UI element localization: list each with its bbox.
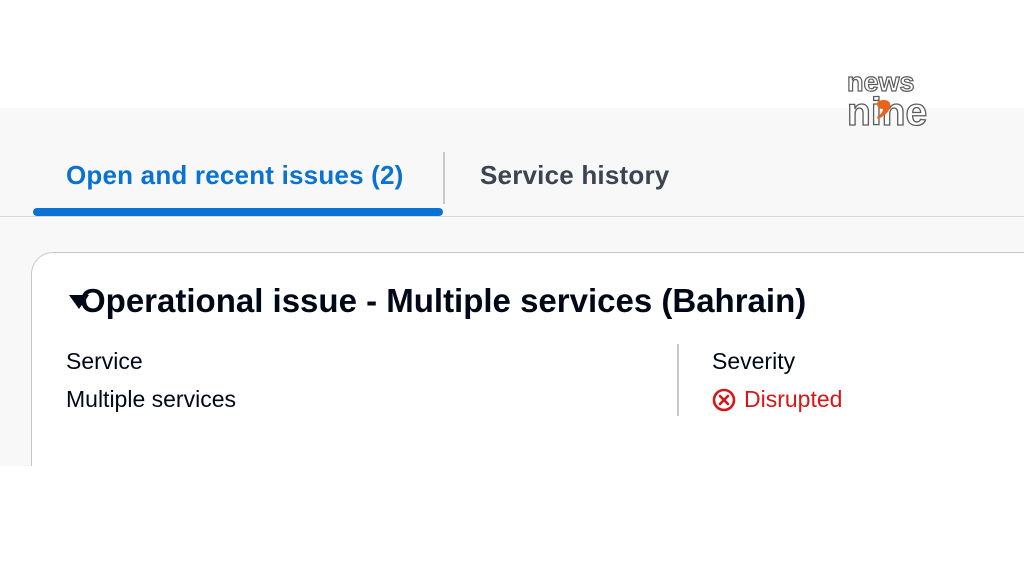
tab-open-and-recent-issues[interactable]: Open and recent issues (2): [66, 160, 404, 191]
tab-service-history[interactable]: Service history: [480, 160, 669, 191]
issue-title[interactable]: Operational issue - Multiple services (B…: [80, 282, 806, 320]
service-label: Service: [66, 348, 143, 374]
news-nine-logo: news nine: [846, 66, 964, 134]
column-divider: [677, 344, 679, 416]
service-value: Multiple services: [66, 386, 236, 412]
severity-label: Severity: [712, 348, 796, 374]
severity-status: Disrupted: [712, 386, 842, 413]
screenshot-panel: Open and recent issues (2) Service histo…: [0, 108, 1024, 466]
tab-divider: [443, 152, 445, 204]
active-tab-indicator: [33, 208, 443, 216]
error-circle-icon: [712, 388, 736, 412]
severity-value: Disrupted: [744, 386, 843, 412]
